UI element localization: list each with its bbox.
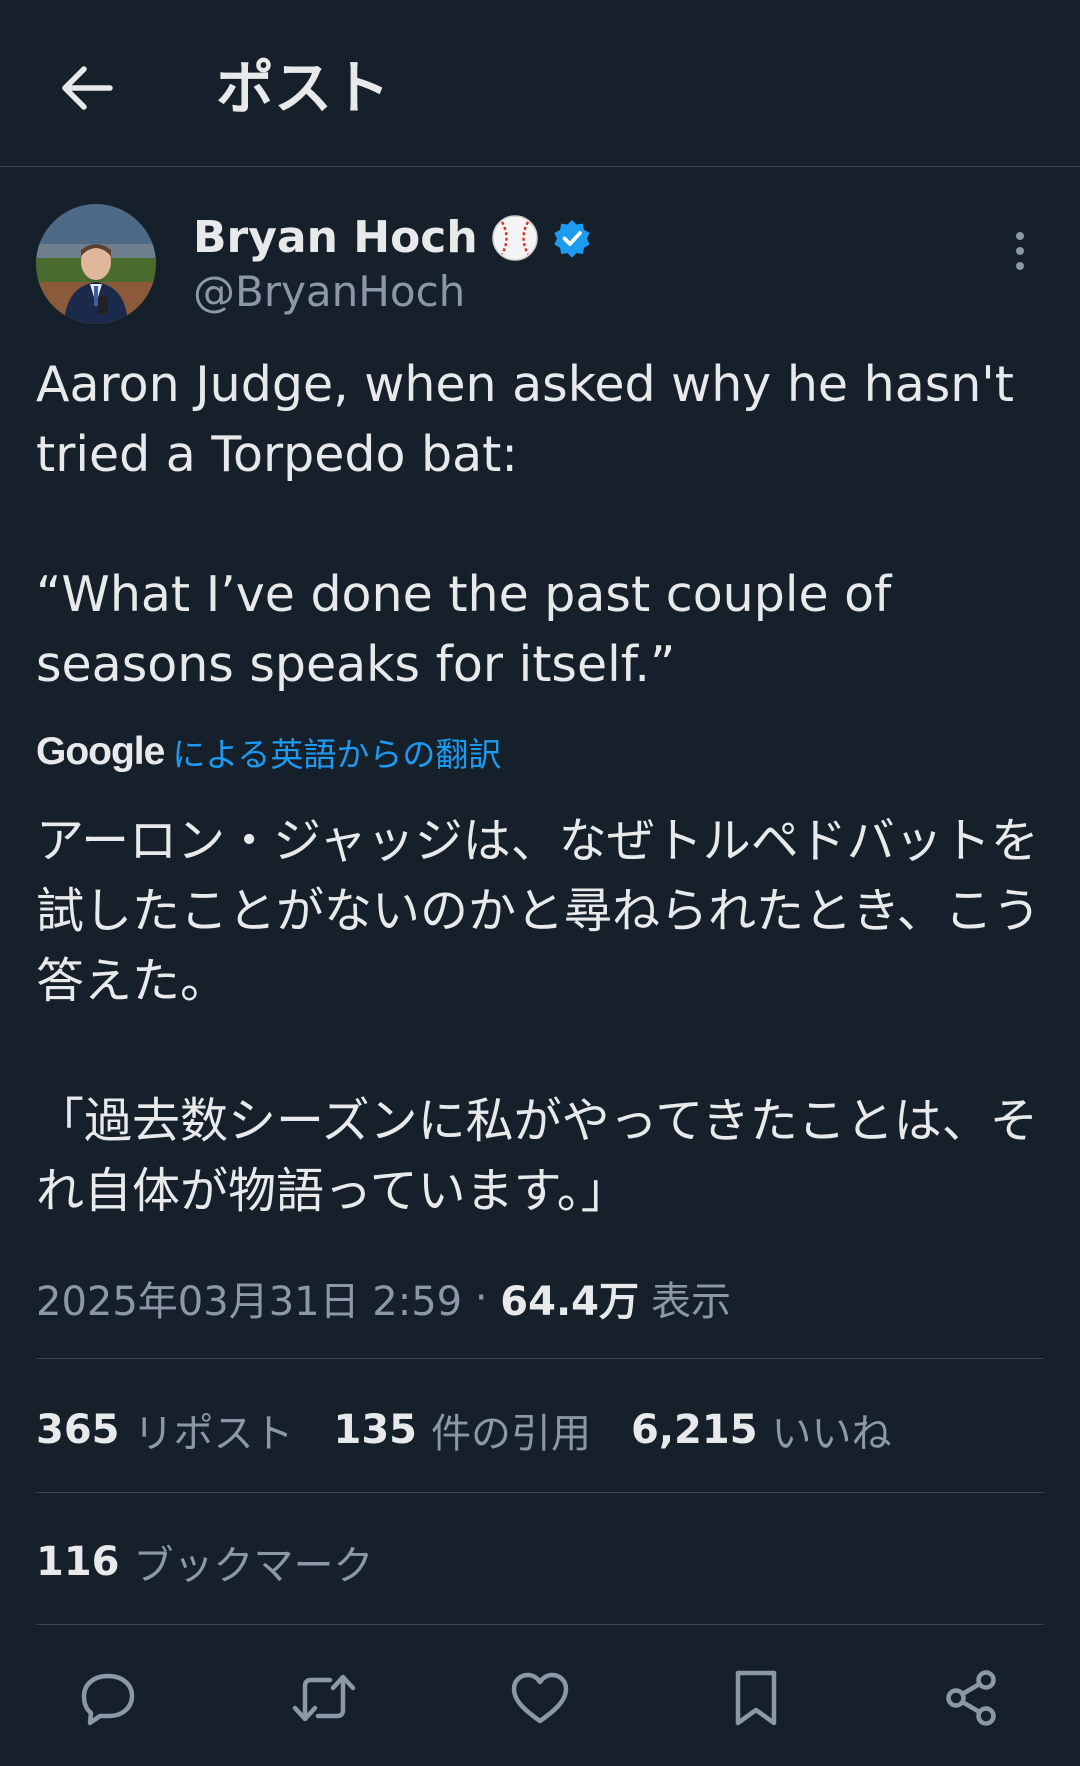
reply-button[interactable] — [70, 1660, 146, 1736]
author-name-row[interactable]: Bryan Hoch — [193, 208, 592, 268]
more-dot — [1016, 262, 1024, 270]
timestamp[interactable]: 2025年03月31日 2:59 — [36, 1269, 462, 1327]
more-vertical-icon[interactable] — [1000, 224, 1040, 278]
quotes-count: 135 — [333, 1407, 418, 1453]
verified-badge-icon — [554, 220, 590, 258]
baseball-icon — [491, 215, 538, 261]
share-button[interactable] — [934, 1660, 1010, 1736]
google-logo: Google — [36, 730, 165, 773]
views-count: 64.4万 — [500, 1279, 639, 1325]
bookmark-icon — [735, 1670, 777, 1726]
share-icon — [946, 1670, 996, 1726]
like-button[interactable] — [502, 1660, 578, 1736]
translation-link[interactable]: による英語からの翻訳 — [172, 728, 501, 776]
tweet-text: Aaron Judge, when asked why he hasn't tr… — [36, 356, 1014, 693]
divider — [36, 1358, 1044, 1359]
reposts-count: 365 — [36, 1407, 120, 1453]
more-dot — [1016, 232, 1024, 240]
likes-label: いいね — [771, 1411, 892, 1457]
bookmarks-stat[interactable]: 116 ブックマーク — [36, 1532, 374, 1592]
divider — [36, 1492, 1044, 1493]
divider — [36, 1624, 1044, 1625]
action-bar — [36, 1660, 1044, 1736]
repost-button[interactable] — [286, 1660, 362, 1736]
back-button[interactable] — [46, 52, 126, 124]
avatar-photo — [36, 204, 156, 324]
more-dot — [1016, 247, 1024, 255]
bookmarks-count: 116 — [36, 1539, 120, 1585]
page-title: ポスト — [216, 54, 391, 122]
bookmark-button[interactable] — [718, 1660, 794, 1736]
views-label: 表示 — [651, 1279, 731, 1325]
reposts-label: リポスト — [133, 1411, 294, 1457]
heart-icon — [511, 1672, 569, 1724]
arrow-left-icon — [62, 66, 113, 110]
quotes-label: 件の引用 — [431, 1411, 591, 1457]
likes-stat[interactable]: 6,215 いいね — [631, 1401, 892, 1459]
author-name[interactable]: Bryan Hoch — [193, 210, 478, 266]
reply-icon — [81, 1673, 135, 1726]
meta-separator: · — [462, 1275, 501, 1321]
top-bar: ポスト — [0, 0, 1080, 167]
translated-tweet-text: アーロン・ジャッジは、なぜトルペドバットを試したことがないのかと尋ねられたとき、… — [36, 813, 1041, 1219]
engagement-stats: 365 リポスト 135 件の引用 6,215 いいね — [36, 1400, 892, 1460]
quotes-stat[interactable]: 135 件の引用 — [334, 1401, 592, 1459]
translation-attribution: Google による英語からの翻訳 — [36, 722, 501, 782]
likes-count: 6,215 — [631, 1407, 758, 1453]
avatar[interactable] — [36, 204, 156, 324]
reposts-stat[interactable]: 365 リポスト — [36, 1401, 294, 1459]
repost-icon — [292, 1674, 356, 1722]
bookmarks-label: ブックマーク — [133, 1543, 374, 1589]
tweet-meta: 2025年03月31日 2:59 · 64.4万 表示 — [36, 1268, 731, 1328]
author-handle[interactable]: @BryanHoch — [193, 264, 465, 320]
